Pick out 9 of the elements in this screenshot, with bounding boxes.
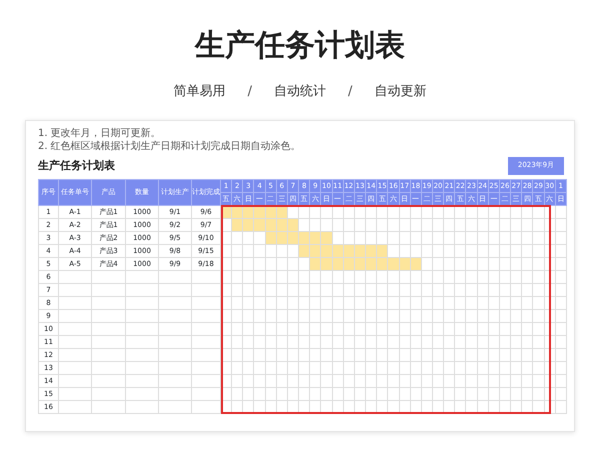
note-text: 1. 更改年月，日期可更新。 [38, 126, 162, 140]
note-text: 2. 红色框区域根据计划生产日期和计划完成日期自动涂色。 [38, 140, 302, 152]
separator: / [248, 83, 252, 101]
feature-label: 自动统计 [274, 83, 326, 101]
feature-label: 自动更新 [374, 83, 426, 101]
sheet-title: 生产任务计划表 [38, 158, 115, 174]
separator: / [348, 83, 352, 101]
feature-label: 简单易用 [174, 83, 226, 101]
page-title: 生产任务计划表 [195, 27, 405, 65]
